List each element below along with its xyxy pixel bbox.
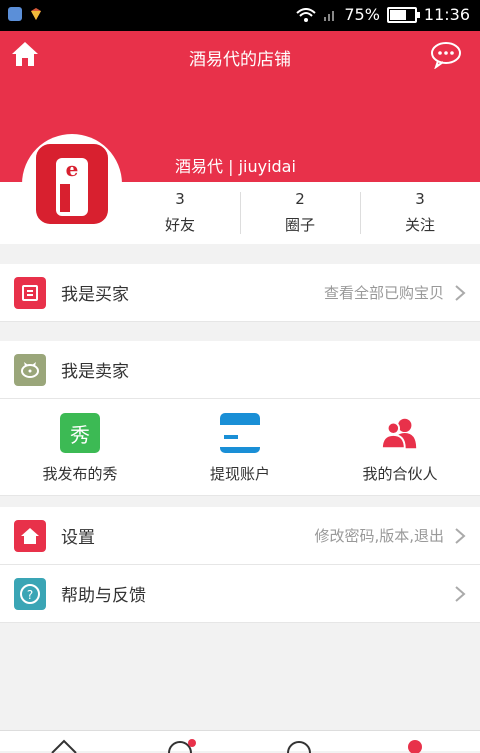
stat-friends[interactable]: 3 好友 — [120, 182, 240, 244]
buyer-section: 我是买家 查看全部已购宝贝 — [0, 264, 480, 322]
signal-icon — [324, 10, 335, 21]
buyer-hint: 查看全部已购宝贝 — [323, 284, 444, 302]
page-title: 酒易代的店铺 — [189, 50, 291, 70]
stat-label: 关注 — [404, 216, 435, 234]
svg-text:?: ? — [27, 588, 33, 602]
withdraw-account-button[interactable]: 提现账户 — [160, 399, 320, 495]
circle-tab-icon[interactable] — [286, 739, 312, 753]
seller-item-label: 提现账户 — [209, 465, 270, 483]
stat-circles[interactable]: 2 圈子 — [240, 182, 360, 244]
shop-logo: e — [36, 144, 108, 224]
battery-icon — [386, 6, 420, 23]
seller-item-label: 我发布的秀 — [42, 465, 118, 483]
bottom-nav — [0, 730, 480, 753]
stat-following[interactable]: 3 关注 — [360, 182, 480, 244]
chevron-right-icon — [455, 285, 466, 301]
user-name: 酒易代 | jiuyidai — [175, 157, 296, 176]
app-notification-icon — [8, 7, 22, 21]
settings-section: 设置 修改密码,版本,退出 ? 帮助与反馈 — [0, 507, 480, 623]
settings-row[interactable]: 设置 修改密码,版本,退出 — [0, 507, 480, 565]
help-icon: ? — [14, 577, 46, 610]
profile-tab-icon[interactable] — [402, 739, 428, 753]
seller-item-label: 我的合伙人 — [362, 465, 438, 483]
buyer-label: 我是买家 — [61, 285, 129, 305]
help-label: 帮助与反馈 — [61, 586, 146, 606]
seller-grid: 秀 我发布的秀 提现账户 我的合伙人 — [0, 399, 480, 496]
discover-tab-icon[interactable] — [166, 739, 196, 753]
seller-section: 我是卖家 秀 我发布的秀 提现账户 我的合伙人 — [0, 341, 480, 496]
home-tab-icon[interactable] — [50, 739, 78, 753]
wallet-icon — [220, 413, 260, 453]
notification-icons — [8, 7, 43, 21]
chevron-right-icon — [455, 586, 466, 602]
diamond-notification-icon — [31, 8, 41, 20]
stat-count: 3 — [415, 190, 425, 208]
chevron-right-icon — [455, 528, 466, 544]
stat-label: 圈子 — [284, 216, 315, 234]
receipt-icon — [14, 276, 46, 309]
svg-text:e: e — [66, 157, 79, 181]
stats-bar: 3 好友 2 圈子 3 关注 — [120, 182, 480, 244]
my-shows-button[interactable]: 秀 我发布的秀 — [0, 399, 160, 495]
seller-label: 我是卖家 — [61, 362, 129, 382]
battery-percent: 75% — [344, 5, 380, 24]
buyer-row[interactable]: 我是买家 查看全部已购宝贝 — [0, 264, 480, 322]
stat-count: 3 — [175, 190, 185, 208]
clock: 11:36 — [423, 5, 470, 24]
wifi-icon — [296, 7, 316, 22]
avatar[interactable]: e — [24, 136, 120, 232]
settings-hint: 修改密码,版本,退出 — [314, 527, 444, 545]
stat-count: 2 — [295, 190, 305, 208]
stat-label: 好友 — [164, 216, 195, 234]
my-partners-button[interactable]: 我的合伙人 — [320, 399, 480, 495]
home-icon — [14, 519, 46, 552]
piggy-bank-icon — [14, 353, 46, 386]
settings-label: 设置 — [61, 528, 95, 548]
help-row[interactable]: ? 帮助与反馈 — [0, 565, 480, 623]
status-bar: 75% 11:36 — [0, 0, 480, 31]
partners-icon — [380, 413, 420, 453]
show-icon: 秀 — [60, 413, 100, 453]
chat-bubble-icon[interactable] — [430, 41, 462, 69]
show-icon-text: 秀 — [70, 422, 90, 447]
seller-row: 我是卖家 — [0, 341, 480, 399]
